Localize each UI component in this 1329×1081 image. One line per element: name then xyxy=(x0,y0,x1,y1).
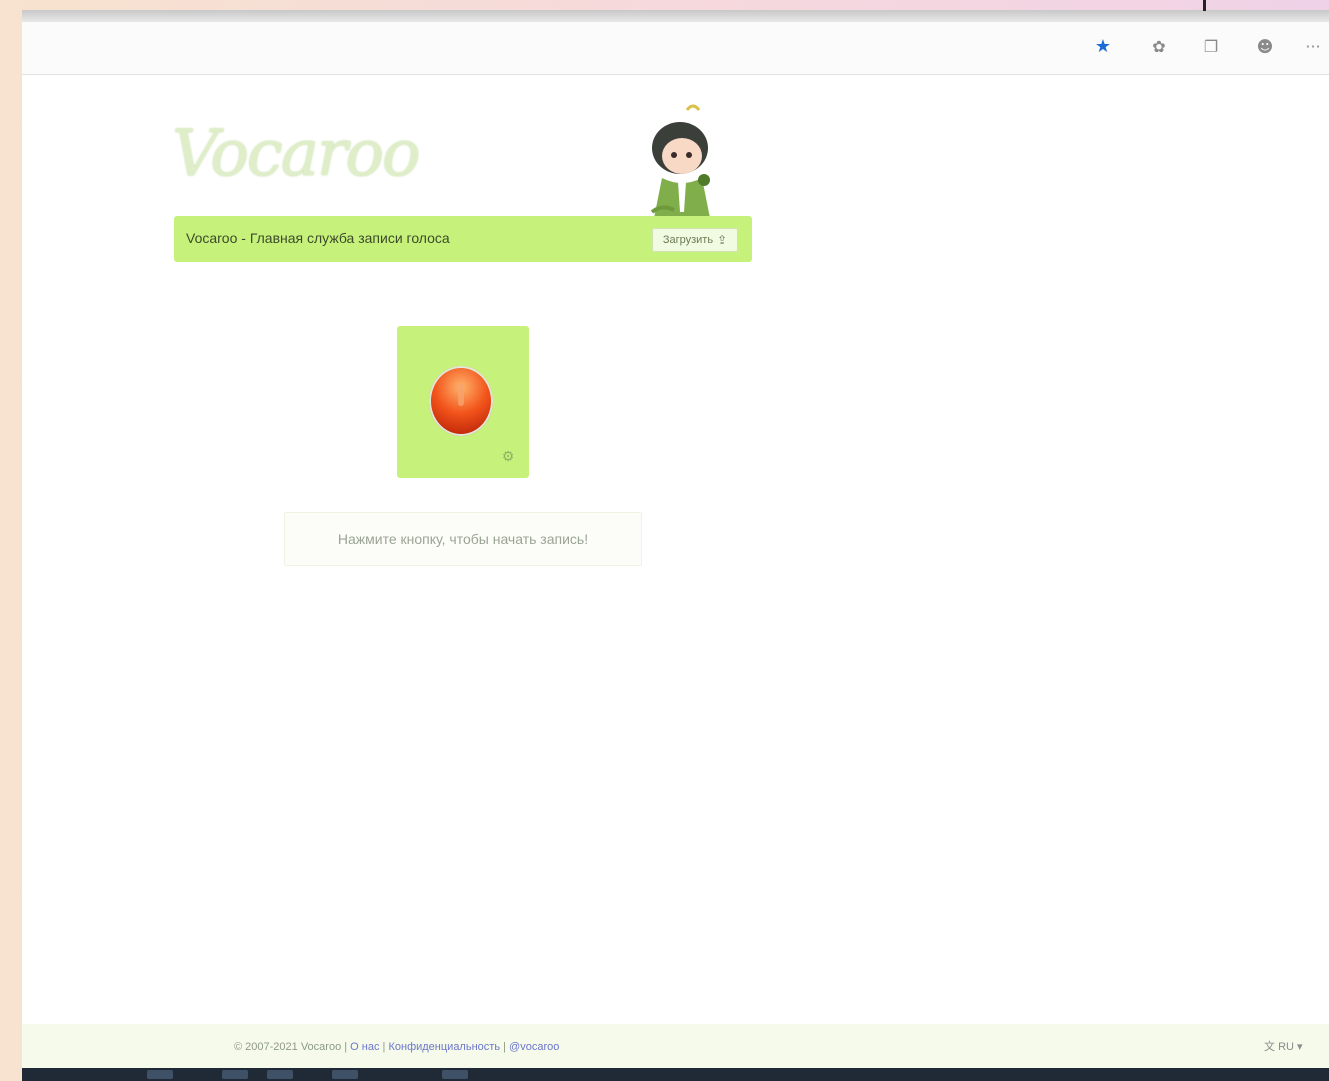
browser-window: ★ ✿ ❐ ☻ ··· Vocaroo Vocaroo - Главная сл… xyxy=(22,22,1329,1071)
chevron-down-icon: ▾ xyxy=(1297,1041,1303,1053)
language-label: RU xyxy=(1278,1041,1294,1053)
copyright: © 2007-2021 Vocaroo xyxy=(234,1041,342,1053)
hint-box: Нажмите кнопку, чтобы начать запись! xyxy=(284,512,642,566)
site-logo[interactable]: Vocaroo xyxy=(172,117,421,191)
taskbar-app[interactable] xyxy=(147,1070,173,1079)
record-hint: Нажмите кнопку, чтобы начать запись! xyxy=(337,531,589,547)
settings-icon[interactable]: ⚙ xyxy=(500,449,516,465)
taskbar-app[interactable] xyxy=(222,1070,248,1079)
record-button[interactable] xyxy=(429,366,493,436)
window-top-border xyxy=(22,10,1329,22)
extension-icon[interactable]: ✿ xyxy=(1148,36,1170,58)
upload-label: Загрузить xyxy=(662,234,714,246)
os-taskbar xyxy=(22,1068,1329,1081)
profile-icon[interactable]: ☻ xyxy=(1254,36,1276,58)
footer-text: © 2007-2021 Vocaroo | О нас | Конфиденци… xyxy=(234,1041,560,1053)
footer-link-privacy[interactable]: Конфиденциальность xyxy=(388,1041,500,1053)
page-footer: © 2007-2021 Vocaroo | О нас | Конфиденци… xyxy=(22,1024,1329,1070)
footer-link-twitter[interactable]: @vocaroo xyxy=(509,1041,559,1053)
taskbar-app[interactable] xyxy=(267,1070,293,1079)
footer-link-about[interactable]: О нас xyxy=(350,1041,379,1053)
site-title: Vocaroo - Главная служба записи голоса xyxy=(186,230,450,246)
upload-icon: ⇪ xyxy=(717,233,728,247)
site-title-bar: Vocaroo - Главная служба записи голоса З… xyxy=(174,216,752,262)
text-cursor xyxy=(1203,0,1206,11)
language-selector[interactable]: 文 RU ▾ xyxy=(1264,1038,1303,1054)
taskbar-app[interactable] xyxy=(332,1070,358,1079)
record-panel: ⚙ xyxy=(397,326,529,478)
taskbar-app[interactable] xyxy=(442,1070,468,1079)
translate-icon: 文 xyxy=(1264,1041,1275,1053)
star-icon[interactable]: ★ xyxy=(1092,36,1114,58)
more-icon[interactable]: ··· xyxy=(1302,36,1324,58)
mic-icon xyxy=(458,384,464,406)
upload-button[interactable]: Загрузить ⇪ xyxy=(652,228,738,252)
collections-icon[interactable]: ❐ xyxy=(1200,36,1222,58)
browser-toolbar: ★ ✿ ❐ ☻ ··· xyxy=(22,22,1329,75)
